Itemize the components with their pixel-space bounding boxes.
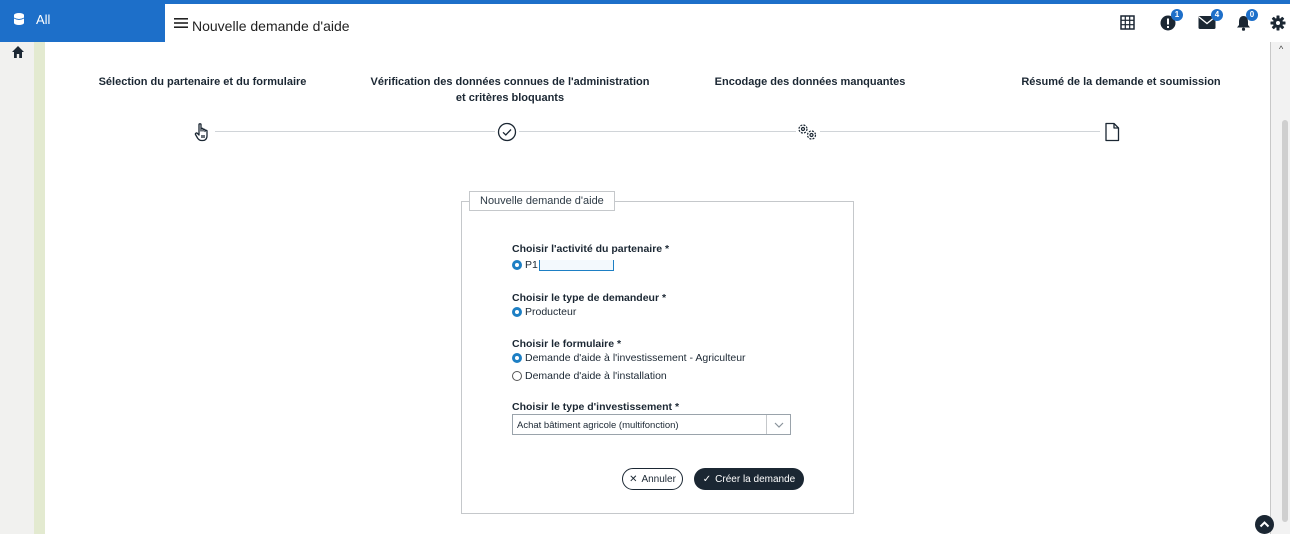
document-icon bbox=[1100, 120, 1124, 144]
gear-icon[interactable] bbox=[1270, 15, 1286, 36]
investment-label: Choisir le type d'investissement * bbox=[512, 401, 680, 413]
notifications-badge: 0 bbox=[1246, 9, 1258, 21]
cancel-button-label: Annuler bbox=[641, 473, 676, 485]
formulaire-option-2-label: Demande d'aide à l'installation bbox=[525, 370, 667, 382]
check-circle-icon bbox=[495, 120, 519, 144]
home-icon[interactable] bbox=[11, 45, 25, 59]
close-icon: ✕ bbox=[629, 473, 638, 485]
requester-option-label: Producteur bbox=[525, 306, 577, 318]
hand-pointer-icon bbox=[191, 120, 215, 144]
chevron-down-icon[interactable] bbox=[766, 415, 790, 434]
menu-icon[interactable] bbox=[173, 15, 189, 31]
stepper-line bbox=[210, 131, 1104, 132]
requester-label: Choisir le type de demandeur * bbox=[512, 292, 667, 304]
form-legend: Nouvelle demande d'aide bbox=[469, 191, 615, 211]
redacted-field bbox=[538, 259, 614, 271]
radio-unselected-icon[interactable] bbox=[512, 371, 522, 381]
create-request-button[interactable]: ✓ Créer la demande bbox=[694, 468, 804, 490]
check-icon: ✓ bbox=[702, 473, 712, 485]
envelope-icon[interactable]: 4 bbox=[1198, 9, 1223, 35]
investment-type-select[interactable]: Achat bâtiment agricole (multifonction) bbox=[512, 414, 791, 435]
gears-icon bbox=[796, 120, 820, 144]
radio-selected-icon[interactable] bbox=[512, 307, 522, 317]
page-title: Nouvelle demande d'aide bbox=[192, 18, 350, 34]
messages-badge: 4 bbox=[1211, 9, 1223, 21]
formulaire-option-1-label: Demande d'aide à l'investissement - Agri… bbox=[525, 352, 746, 364]
step-3-label: Encodage des données manquantes bbox=[714, 76, 906, 88]
scroll-up-icon[interactable]: ^ bbox=[1279, 44, 1283, 54]
formulaire-label: Choisir le formulaire * bbox=[512, 338, 622, 350]
top-accent-bar bbox=[0, 0, 1290, 4]
scroll-to-top-button[interactable] bbox=[1255, 515, 1274, 534]
scrollbar-thumb[interactable] bbox=[1282, 120, 1288, 522]
activity-label: Choisir l'activité du partenaire * bbox=[512, 243, 670, 255]
left-stripe bbox=[34, 42, 45, 534]
cancel-button[interactable]: ✕ Annuler bbox=[622, 468, 683, 490]
grid-icon[interactable] bbox=[1120, 15, 1135, 35]
step-2-label: Vérification des données connues de l'ad… bbox=[370, 76, 650, 104]
formulaire-option-investissement[interactable]: Demande d'aide à l'investissement - Agri… bbox=[512, 352, 746, 364]
radio-selected-icon[interactable] bbox=[512, 353, 522, 363]
bell-icon[interactable]: 0 bbox=[1236, 9, 1258, 36]
all-tab-label: All bbox=[36, 12, 51, 27]
alert-icon[interactable]: 1 bbox=[1160, 9, 1183, 36]
left-rail bbox=[0, 42, 34, 534]
step-1-label: Sélection du partenaire et du formulaire bbox=[98, 76, 307, 88]
requester-option-producteur[interactable]: Producteur bbox=[512, 306, 576, 318]
investment-selected-value: Achat bâtiment agricole (multifonction) bbox=[517, 420, 679, 431]
chevron-up-icon bbox=[1259, 521, 1270, 528]
database-icon bbox=[13, 13, 25, 25]
create-button-label: Créer la demande bbox=[715, 473, 796, 485]
activity-option-p1[interactable]: P1 bbox=[512, 259, 614, 271]
radio-selected-icon[interactable] bbox=[512, 260, 522, 270]
all-apps-tab[interactable]: All bbox=[0, 4, 165, 42]
activity-option-label: P1 bbox=[525, 259, 538, 271]
formulaire-option-installation[interactable]: Demande d'aide à l'installation bbox=[512, 370, 667, 382]
alert-badge: 1 bbox=[1171, 9, 1183, 21]
step-4-label: Résumé de la demande et soumission bbox=[1021, 76, 1221, 88]
